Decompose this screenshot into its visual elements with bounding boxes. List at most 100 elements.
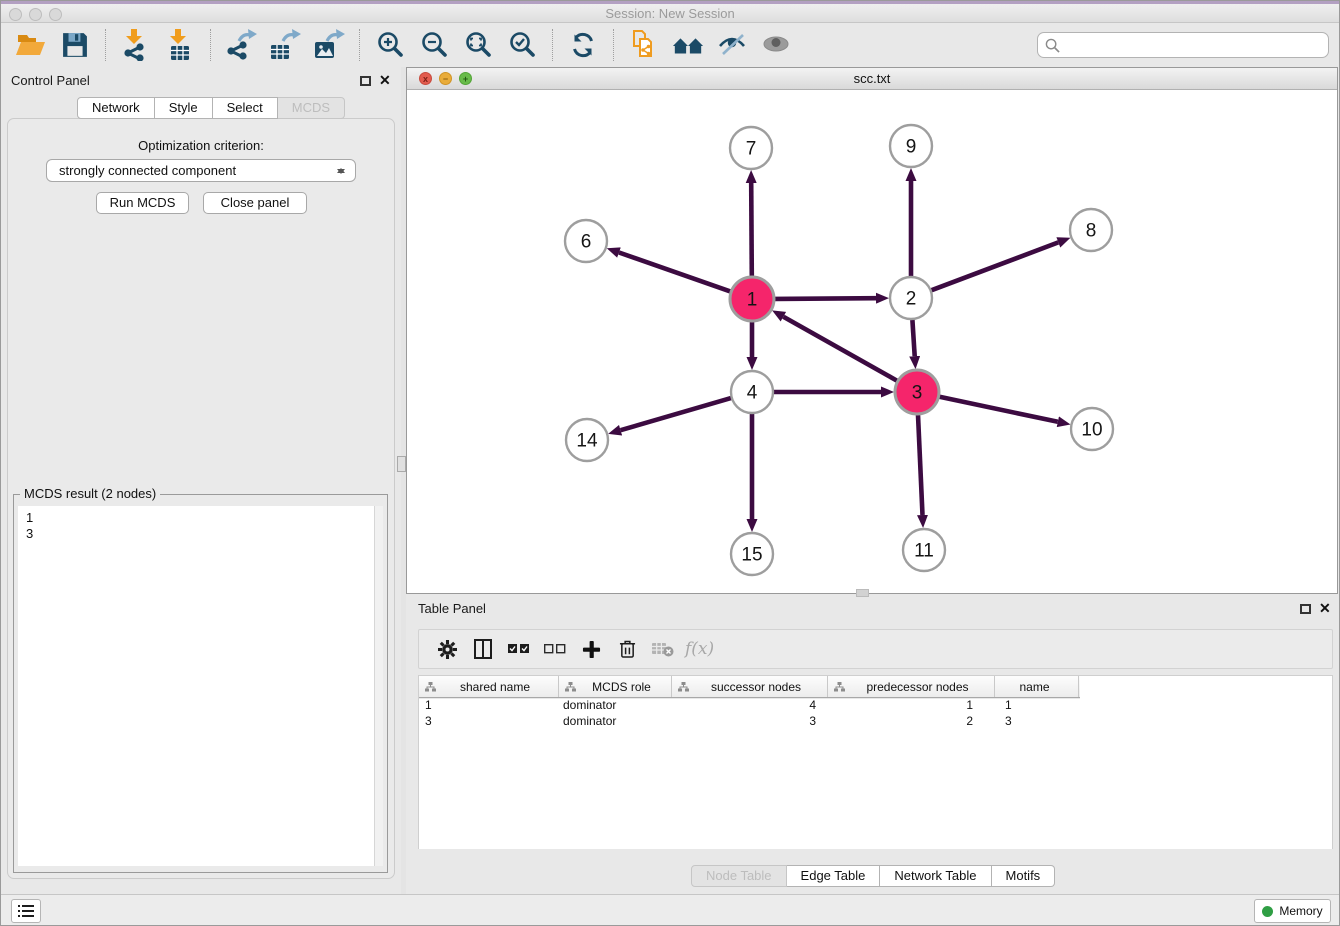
close-panel-icon[interactable]: ✕ — [379, 73, 391, 87]
result-node: 3 — [18, 526, 383, 542]
first-neighbors-icon[interactable] — [672, 29, 704, 61]
float-window-icon[interactable] — [1300, 604, 1311, 614]
table-options-gear-icon[interactable] — [434, 636, 460, 662]
splitter-grip[interactable] — [397, 456, 406, 472]
zoom-selected-icon[interactable] — [506, 29, 538, 61]
graph-edge-2-8 — [932, 242, 1059, 290]
network-minimize-button[interactable]: − — [439, 72, 452, 85]
graph-edge-1-2 — [775, 298, 876, 299]
mcds-result-title: MCDS result (2 nodes) — [20, 486, 160, 501]
apply-layout-icon[interactable] — [567, 29, 599, 61]
graph-edge-3-11 — [918, 415, 923, 515]
control-panel-title: Control Panel — [11, 73, 90, 88]
optimization-criterion-select[interactable]: strongly connected component — [46, 159, 356, 182]
network-view-window: x − + scc.txt 7968124314101511 — [406, 67, 1338, 594]
toolbar-separator — [105, 29, 106, 61]
hide-selected-icon[interactable] — [716, 29, 748, 61]
network-close-button[interactable]: x — [419, 72, 432, 85]
import-table-icon[interactable] — [164, 29, 196, 61]
import-network-icon[interactable] — [120, 29, 152, 61]
export-table-icon[interactable] — [269, 29, 301, 61]
zoom-fit-icon[interactable] — [462, 29, 494, 61]
column-header-shared-name[interactable]: shared name — [419, 676, 559, 697]
show-columns-icon[interactable] — [470, 636, 496, 662]
window-minimize-button[interactable] — [29, 8, 42, 21]
result-scrollbar[interactable] — [374, 506, 383, 866]
column-header-mcds-role[interactable]: MCDS role — [559, 676, 672, 697]
graph-edge-3-10 — [940, 397, 1058, 422]
tab-node-table[interactable]: Node Table — [691, 865, 787, 887]
memory-button[interactable]: Memory — [1254, 899, 1331, 923]
tab-select[interactable]: Select — [213, 97, 278, 119]
save-session-icon[interactable] — [59, 29, 91, 61]
column-header-successor-nodes[interactable]: successor nodes — [672, 676, 828, 697]
show-all-icon[interactable] — [760, 29, 792, 61]
dropdown-stepper-icon — [336, 163, 345, 179]
toolbar-separator — [210, 29, 211, 61]
node-table[interactable]: shared name MCDS role successor nodes pr… — [418, 675, 1333, 849]
network-window-title: scc.txt — [407, 68, 1337, 90]
tab-network[interactable]: Network — [77, 97, 155, 119]
memory-label: Memory — [1279, 904, 1322, 918]
tab-motifs[interactable]: Motifs — [992, 865, 1056, 887]
graph-node-label-10: 10 — [1081, 420, 1102, 441]
window-zoom-button[interactable] — [49, 8, 62, 21]
application-window: Session: New Session — [0, 0, 1340, 926]
close-panel-button[interactable]: Close panel — [203, 192, 307, 214]
delete-column-icon[interactable] — [614, 636, 640, 662]
graph-node-label-3: 3 — [912, 383, 923, 404]
mcds-result-list[interactable]: 1 3 — [18, 506, 383, 866]
run-mcds-button[interactable]: Run MCDS — [96, 192, 189, 214]
column-type-icon — [425, 682, 436, 692]
graph-node-label-15: 15 — [741, 545, 762, 566]
export-image-icon[interactable] — [313, 29, 345, 61]
close-panel-icon[interactable]: ✕ — [1319, 601, 1331, 615]
window-close-button[interactable] — [9, 8, 22, 21]
deselect-all-columns-icon[interactable] — [542, 636, 568, 662]
select-all-columns-icon[interactable] — [506, 636, 532, 662]
task-history-button[interactable] — [11, 899, 41, 923]
graph-node-label-2: 2 — [906, 289, 917, 310]
column-type-icon — [834, 682, 845, 692]
tab-network-table[interactable]: Network Table — [880, 865, 991, 887]
float-window-icon[interactable] — [360, 76, 371, 86]
graph-node-label-1: 1 — [747, 290, 758, 311]
function-builder-icon: f(x) — [685, 639, 714, 659]
zoom-in-icon[interactable] — [374, 29, 406, 61]
network-file-icon[interactable] — [628, 29, 660, 61]
selected-option: strongly connected component — [59, 163, 236, 178]
export-network-icon[interactable] — [225, 29, 257, 61]
table-row[interactable]: 3 dominator 3 2 3 — [419, 713, 1332, 729]
network-window-titlebar: x − + scc.txt — [407, 68, 1337, 90]
toolbar-separator — [359, 29, 360, 61]
graph-node-label-7: 7 — [746, 139, 757, 160]
graph-edge-1-7 — [751, 183, 752, 276]
table-panel-tabs: Node Table Edge Table Network Table Moti… — [691, 865, 1055, 887]
column-type-icon — [678, 682, 689, 692]
network-graph[interactable]: 7968124314101511 — [407, 90, 1337, 593]
network-canvas[interactable]: 7968124314101511 — [407, 90, 1337, 593]
optimization-criterion-label: Optimization criterion: — [1, 138, 401, 153]
toolbar-separator — [613, 29, 614, 61]
search-input[interactable] — [1060, 35, 1328, 55]
column-header-predecessor-nodes[interactable]: predecessor nodes — [828, 676, 995, 697]
graph-node-label-8: 8 — [1086, 221, 1097, 242]
graph-edge-2-3 — [912, 320, 914, 356]
graph-node-label-14: 14 — [576, 431, 598, 452]
edge-label-tick — [826, 297, 836, 300]
table-toolbar: f(x) — [418, 629, 1333, 669]
tab-mcds[interactable]: MCDS — [278, 97, 345, 119]
table-row[interactable]: 1 dominator 4 1 1 — [419, 697, 1332, 713]
column-header-name[interactable]: name — [995, 676, 1079, 697]
search-box — [1037, 32, 1329, 58]
graph-edge-4-14 — [621, 398, 731, 430]
add-column-icon[interactable] — [578, 636, 604, 662]
main-titlebar: Session: New Session — [1, 1, 1339, 23]
graph-node-label-6: 6 — [581, 232, 592, 253]
open-file-icon[interactable] — [15, 29, 47, 61]
tab-style[interactable]: Style — [155, 97, 213, 119]
zoom-out-icon[interactable] — [418, 29, 450, 61]
network-zoom-button[interactable]: + — [459, 72, 472, 85]
edge-label-tick — [830, 390, 840, 393]
tab-edge-table[interactable]: Edge Table — [787, 865, 881, 887]
